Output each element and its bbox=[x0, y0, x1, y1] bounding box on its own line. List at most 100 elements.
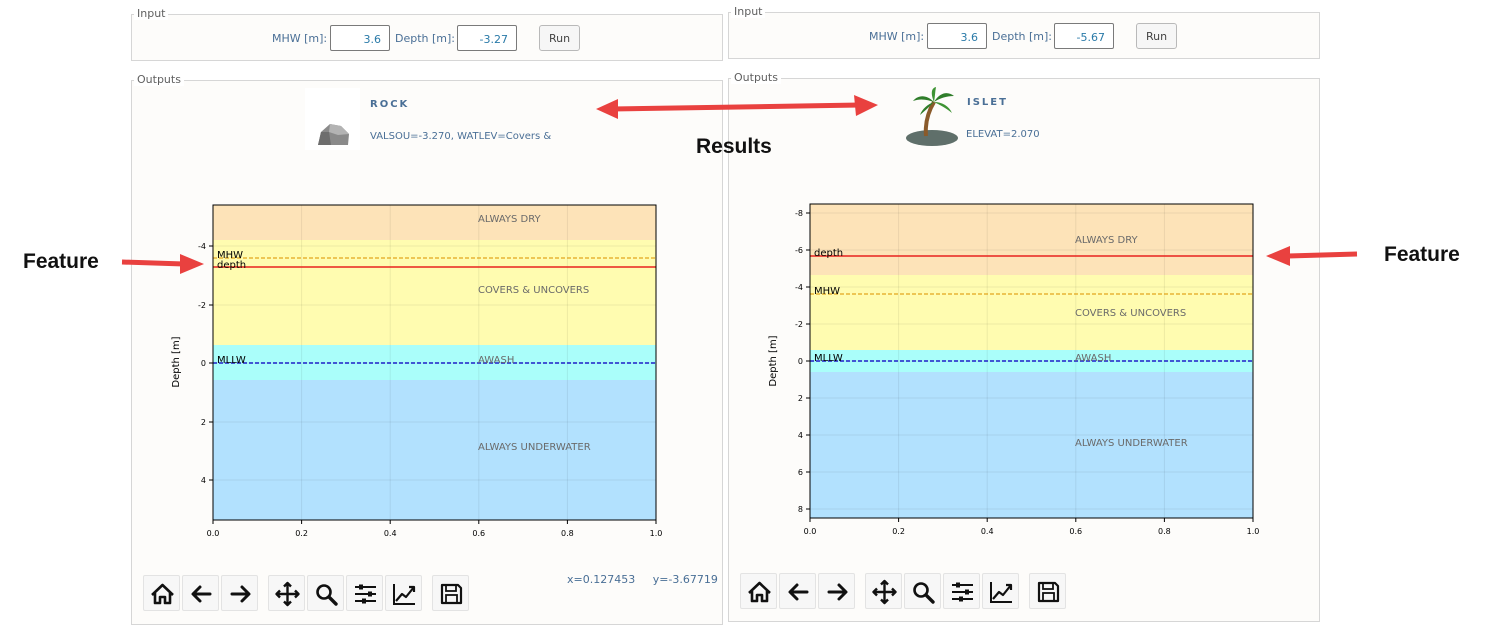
xtick-label: 0.2 bbox=[295, 529, 308, 538]
ytick-label: 4 bbox=[201, 476, 206, 485]
results-double-arrow bbox=[596, 95, 878, 119]
home-button[interactable] bbox=[740, 573, 777, 609]
zone-covers-uncovers bbox=[810, 275, 1253, 350]
ytick-label: -2 bbox=[795, 320, 803, 329]
ytick-label: -8 bbox=[795, 209, 803, 218]
y-axis-label: Depth [m] bbox=[171, 336, 182, 387]
ytick-label: -4 bbox=[198, 242, 206, 251]
forward-button[interactable] bbox=[818, 573, 855, 609]
outputs-legend: Outputs bbox=[731, 71, 781, 84]
mllw-line-label: MLLW bbox=[217, 355, 246, 366]
run-button[interactable]: Run bbox=[1136, 23, 1177, 49]
depth-label: Depth [m]: bbox=[395, 32, 456, 45]
mhw-input[interactable]: 3.6 bbox=[927, 23, 987, 49]
xtick-label: 0.4 bbox=[384, 529, 397, 538]
home-icon bbox=[151, 583, 174, 605]
save-button[interactable] bbox=[432, 575, 469, 611]
feature-attributes: ELEVAT=2.070 bbox=[966, 129, 1040, 140]
depth-line-label: depth bbox=[814, 248, 843, 259]
configure-subplots-icon bbox=[355, 584, 376, 604]
zone-covers-uncovers bbox=[213, 240, 656, 345]
edit-axis-button[interactable] bbox=[385, 575, 422, 611]
feature-arrow-right bbox=[1266, 246, 1358, 266]
ytick-label: -2 bbox=[198, 301, 206, 310]
zone-label-always-dry: ALWAYS DRY bbox=[1075, 235, 1139, 246]
tide-chart-left: MHW depth MLLW ALWAYS DRY COVERS & UNCOV… bbox=[171, 204, 663, 538]
zone-always-dry bbox=[213, 205, 656, 240]
save-icon bbox=[1037, 581, 1060, 603]
zoom-button[interactable] bbox=[904, 573, 941, 609]
rock-icon bbox=[305, 88, 360, 150]
edit-axis-icon bbox=[393, 584, 416, 605]
toolbar-left bbox=[141, 575, 481, 611]
mhw-input[interactable]: 3.6 bbox=[330, 25, 390, 51]
forward-arrow-icon bbox=[827, 583, 848, 601]
xtick-label: 0.4 bbox=[981, 527, 994, 536]
back-arrow-icon bbox=[788, 583, 809, 601]
mhw-label: MHW [m]: bbox=[272, 32, 328, 45]
depth-input[interactable]: -3.27 bbox=[457, 25, 517, 51]
mhw-label: MHW [m]: bbox=[869, 30, 925, 43]
xtick-label: 1.0 bbox=[650, 529, 663, 538]
back-button[interactable] bbox=[182, 575, 219, 611]
xtick-label: 0.6 bbox=[472, 529, 485, 538]
xtick-label: 0.8 bbox=[561, 529, 574, 538]
ytick-label: 6 bbox=[798, 468, 803, 477]
tide-chart-right: depth MHW MLLW ALWAYS DRY COVERS & UNCOV… bbox=[768, 203, 1260, 536]
zoom-icon bbox=[913, 582, 935, 604]
pan-button[interactable] bbox=[268, 575, 305, 611]
xtick-label: 0.2 bbox=[892, 527, 905, 536]
feature-annotation-left: Feature bbox=[23, 250, 99, 273]
zone-label-covers-uncovers: COVERS & UNCOVERS bbox=[478, 285, 589, 296]
zone-label-covers-uncovers: COVERS & UNCOVERS bbox=[1075, 308, 1186, 319]
ytick-label: 0 bbox=[798, 357, 803, 366]
ytick-label: 2 bbox=[201, 418, 206, 427]
back-arrow-icon bbox=[191, 585, 212, 603]
configure-subplots-button[interactable] bbox=[943, 573, 980, 609]
save-icon bbox=[440, 583, 463, 605]
edit-axis-icon bbox=[990, 582, 1013, 603]
pan-button[interactable] bbox=[865, 573, 902, 609]
feature-annotation-right: Feature bbox=[1384, 243, 1460, 266]
xtick-label: 0.0 bbox=[207, 529, 220, 538]
depth-input[interactable]: -5.67 bbox=[1054, 23, 1114, 49]
back-button[interactable] bbox=[779, 573, 816, 609]
xtick-label: 0.8 bbox=[1158, 527, 1171, 536]
ytick-label: -4 bbox=[795, 283, 803, 292]
outputs-legend: Outputs bbox=[134, 73, 184, 86]
feature-title: ISLET bbox=[967, 97, 1008, 108]
xtick-label: 1.0 bbox=[1247, 527, 1260, 536]
xtick-label: 0.0 bbox=[804, 527, 817, 536]
zoom-button[interactable] bbox=[307, 575, 344, 611]
pan-icon bbox=[275, 581, 300, 607]
run-button[interactable]: Run bbox=[539, 25, 580, 51]
zone-label-awash: AWASH bbox=[1075, 353, 1111, 364]
zone-label-always-underwater: ALWAYS UNDERWATER bbox=[1075, 438, 1188, 449]
ytick-label: 2 bbox=[798, 394, 803, 403]
configure-subplots-button[interactable] bbox=[346, 575, 383, 611]
input-legend: Input bbox=[134, 7, 169, 20]
depth-line-label: depth bbox=[217, 260, 246, 271]
ytick-label: 8 bbox=[798, 505, 803, 514]
mhw-line-label: MHW bbox=[814, 286, 840, 297]
edit-axis-button[interactable] bbox=[982, 573, 1019, 609]
ytick-label: 0 bbox=[201, 359, 206, 368]
depth-label: Depth [m]: bbox=[992, 30, 1053, 43]
y-axis-label: Depth [m] bbox=[768, 335, 779, 386]
results-annotation: Results bbox=[696, 135, 772, 158]
islet-palm-icon bbox=[906, 87, 958, 146]
feature-title: ROCK bbox=[370, 99, 410, 110]
zone-label-always-underwater: ALWAYS UNDERWATER bbox=[478, 442, 591, 453]
forward-button[interactable] bbox=[221, 575, 258, 611]
home-icon bbox=[748, 581, 771, 603]
configure-subplots-icon bbox=[952, 582, 973, 602]
save-button[interactable] bbox=[1029, 573, 1066, 609]
zoom-icon bbox=[316, 584, 338, 606]
home-button[interactable] bbox=[143, 575, 180, 611]
feature-arrow-left bbox=[121, 254, 204, 274]
xtick-label: 0.6 bbox=[1069, 527, 1082, 536]
ytick-label: 4 bbox=[798, 431, 803, 440]
zone-label-always-dry: ALWAYS DRY bbox=[478, 214, 542, 225]
feature-attributes: VALSOU=-3.270, WATLEV=Covers & bbox=[370, 131, 552, 142]
toolbar-right bbox=[738, 573, 1078, 609]
